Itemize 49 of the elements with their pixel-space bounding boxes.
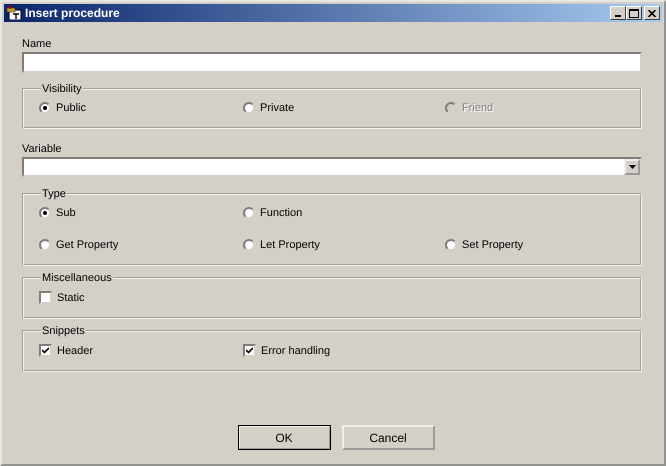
radio-label: Let Property [260, 239, 320, 251]
check-icon [42, 347, 49, 354]
radio-button[interactable] [445, 239, 457, 251]
radio-label: Get Property [56, 239, 118, 251]
group-label: Miscellaneous [41, 272, 113, 284]
close-icon [648, 10, 656, 16]
radio-button[interactable] [39, 102, 51, 114]
window-title: Insert procedure [25, 6, 121, 20]
checkbox[interactable] [39, 291, 52, 304]
checkbox-label: Error handling [261, 344, 330, 356]
variable-combo-box[interactable] [22, 157, 642, 177]
radio-button[interactable] [243, 102, 255, 114]
name-field[interactable] [22, 52, 642, 73]
minimize-button[interactable] [610, 6, 626, 20]
maximize-button[interactable] [626, 6, 642, 20]
group-label: Snippets [41, 325, 86, 337]
radio-option[interactable]: Function [243, 207, 302, 219]
dropdown-button[interactable] [624, 159, 640, 175]
radio-button[interactable] [39, 239, 51, 251]
group-label: Visibility [41, 83, 83, 95]
app-icon [6, 6, 22, 20]
radio-option[interactable]: Set Property [445, 239, 524, 251]
check-icon [246, 347, 253, 354]
radio-button[interactable] [39, 207, 51, 219]
checkbox[interactable] [39, 344, 52, 357]
radio-option[interactable]: Sub [39, 207, 76, 219]
caret-icon [628, 165, 636, 169]
radio-label: Private [260, 102, 294, 114]
maximize-icon [629, 8, 639, 18]
radio-option[interactable]: Public [39, 102, 86, 114]
checkbox-label: Header [57, 344, 94, 356]
close-button[interactable] [644, 6, 660, 20]
field-label: Name [22, 38, 52, 50]
group-label: Type [41, 188, 67, 200]
radio-label: Set Property [462, 239, 524, 251]
checkbox-label: Static [57, 292, 85, 304]
field-label: Variable [22, 143, 63, 155]
radio-option[interactable]: Private [243, 102, 294, 114]
radio-label: Public [56, 102, 86, 114]
radio-button[interactable] [243, 207, 255, 219]
checkbox[interactable] [243, 344, 256, 357]
radio-label: Sub [56, 207, 76, 219]
radio-label: Friend [462, 102, 494, 114]
dialog-button[interactable]: Cancel [342, 425, 434, 450]
dialog-button[interactable]: OK [238, 425, 330, 450]
radio-button[interactable] [243, 239, 255, 251]
radio-option[interactable]: Get Property [39, 239, 118, 251]
radio-option[interactable]: Let Property [243, 239, 320, 251]
radio-label: Function [260, 207, 302, 219]
